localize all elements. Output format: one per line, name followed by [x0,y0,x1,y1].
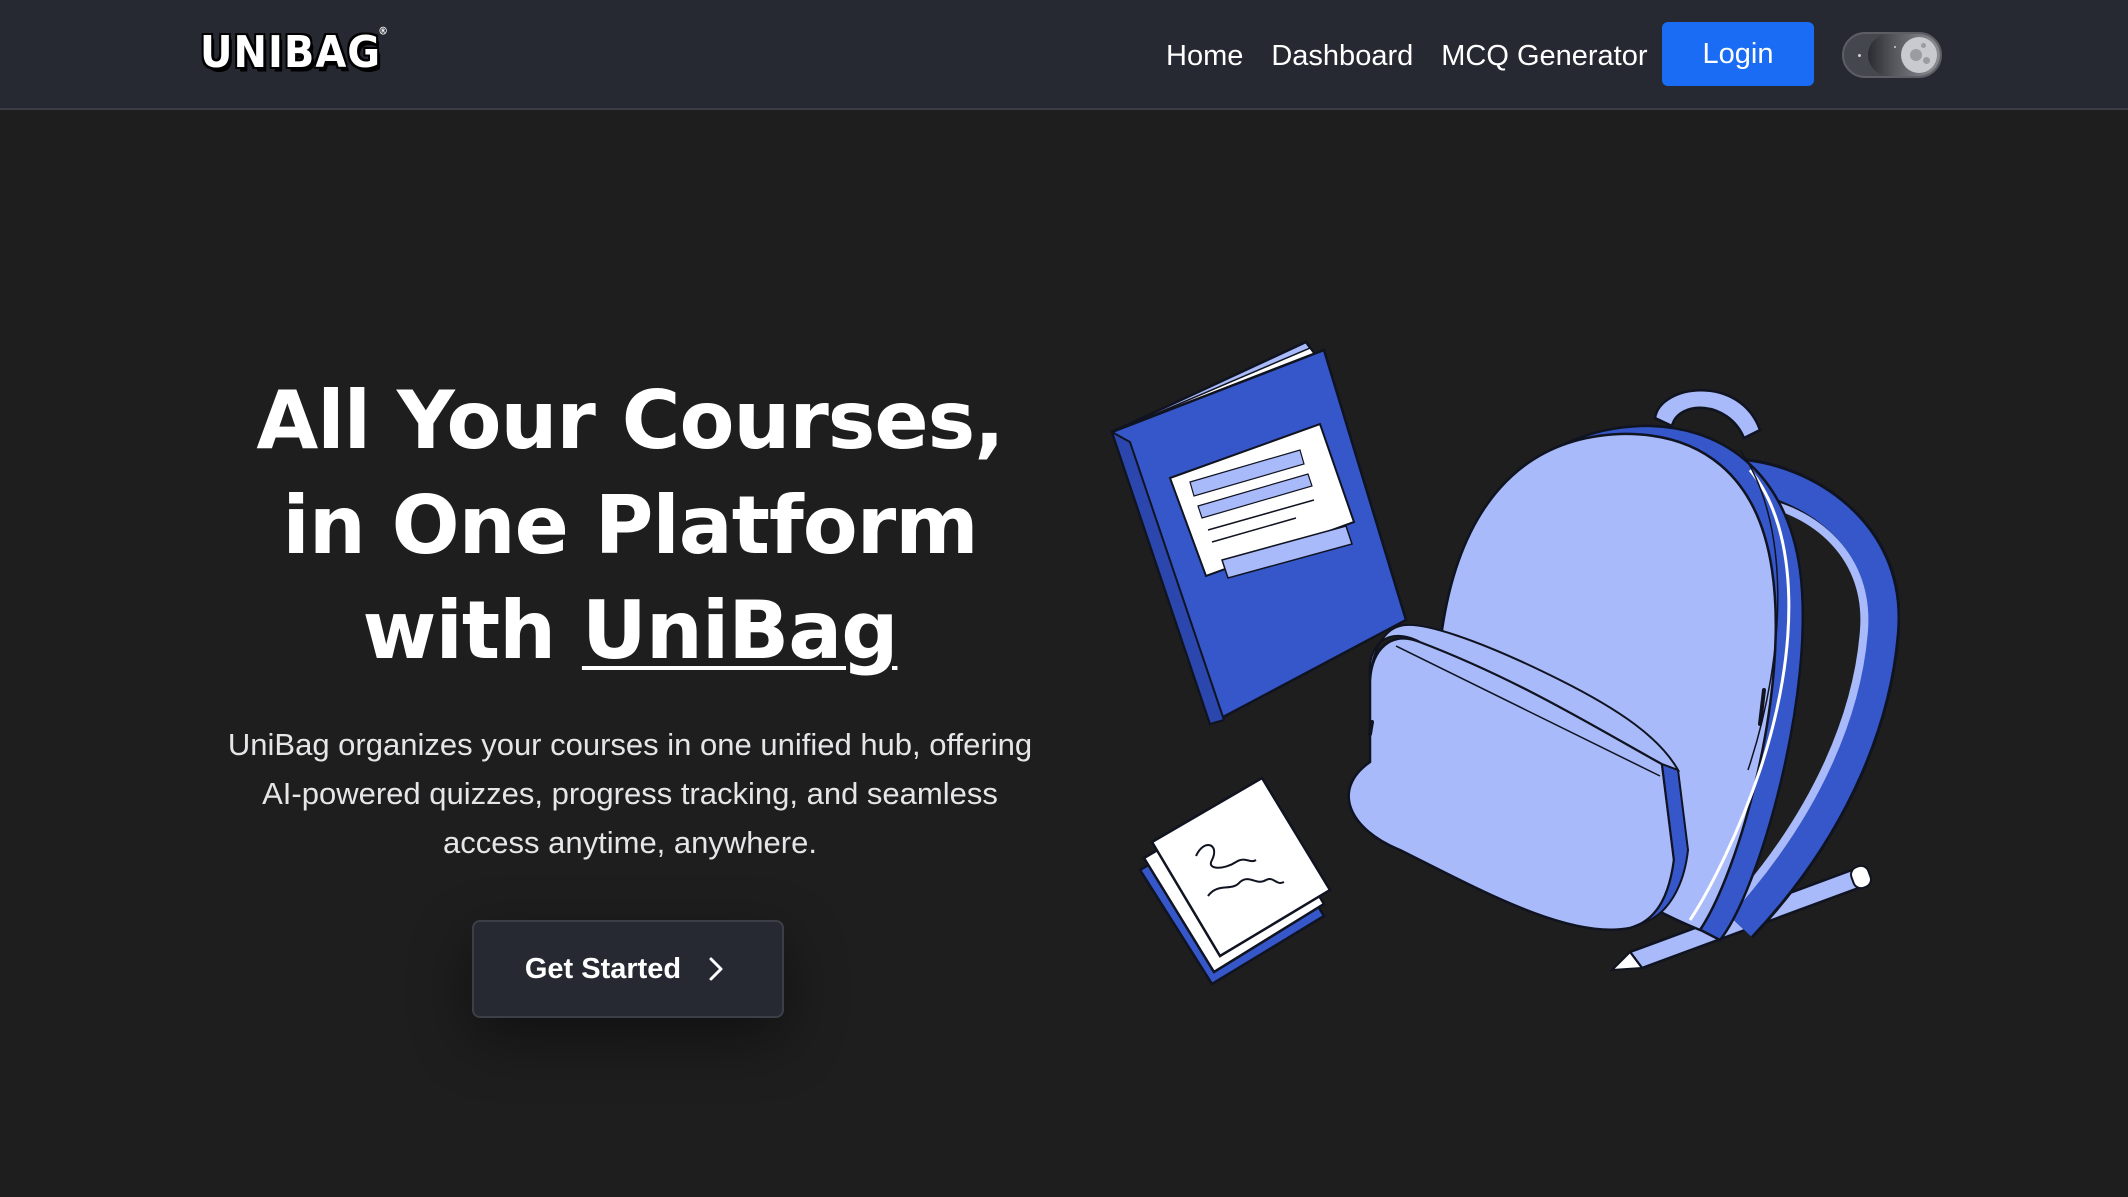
hero-title-prefix: with [362,584,582,677]
hero-title-line1: All Your Courses, [256,374,1004,467]
book-icon [1110,340,1408,726]
registered-icon: ® [378,26,390,38]
hero-title-line2: in One Platform [282,479,978,572]
login-button[interactable]: Login [1662,22,1814,86]
nav-link-dashboard[interactable]: Dashboard [1271,34,1413,78]
hero-title: All Your Courses, in One Platform with U… [210,368,1050,683]
nav-link-mcq-generator[interactable]: MCQ Generator [1441,34,1647,78]
get-started-label: Get Started [524,952,682,985]
star-icon [1894,46,1896,48]
hero-description: UniBag organizes your courses in one uni… [227,727,1033,860]
theme-toggle[interactable] [1842,32,1942,78]
backpack-illustration [1110,340,1900,986]
moon-icon [1901,37,1937,73]
get-started-button[interactable]: Get Started [472,920,784,1018]
logo[interactable]: UNIBAG ® [200,26,388,78]
hero-title-brand: UniBag [581,584,899,677]
nav-links: Home Dashboard MCQ Generator [1166,34,1676,78]
notepad-icon [1138,776,1332,986]
chevron-right-icon [709,957,723,981]
navbar: UNIBAG ® Home Dashboard MCQ Generator Log… [0,0,2128,110]
nav-link-home[interactable]: Home [1166,34,1243,78]
logo-text: UNIBAG [200,28,382,78]
star-icon [1858,54,1861,57]
